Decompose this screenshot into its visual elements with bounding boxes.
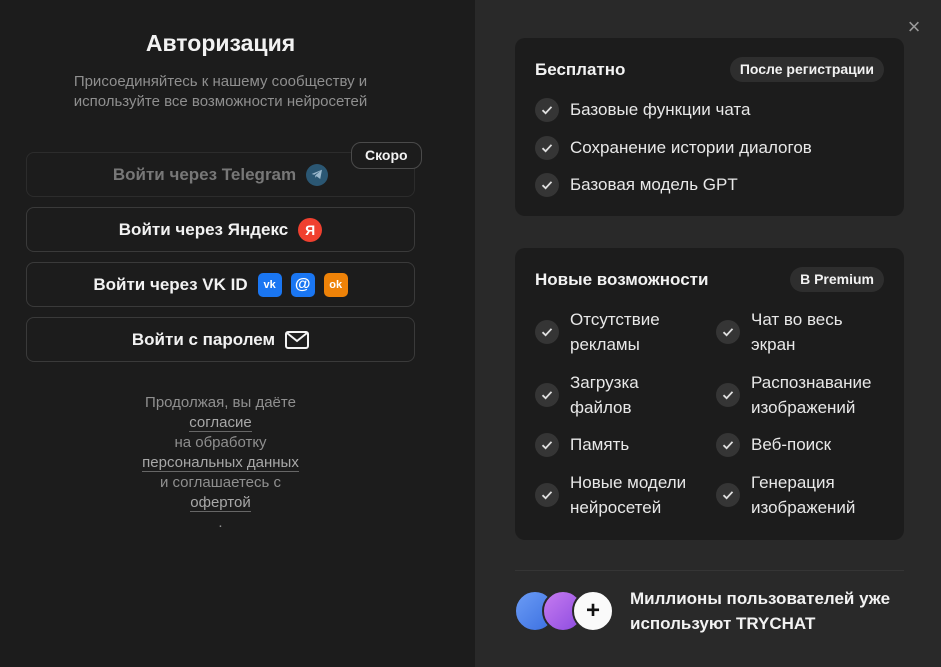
feature-label: Базовая модель GPT xyxy=(570,175,738,194)
consent-end: . xyxy=(218,514,223,531)
consent-text: Продолжая, вы даёте согласие на обработк… xyxy=(100,393,341,533)
feature-label: Чат во весь экран xyxy=(751,310,843,354)
feature-label: Загрузка файлов xyxy=(570,373,639,417)
feature-label: Память xyxy=(570,435,630,454)
avatar-stack: + xyxy=(514,590,618,632)
consent-link[interactable]: согласие xyxy=(189,414,252,432)
check-icon xyxy=(716,320,740,344)
check-icon xyxy=(535,97,559,122)
auth-panel: Авторизация Присоединяйтесь к нашему соо… xyxy=(0,0,475,667)
check-icon xyxy=(716,383,740,407)
offer-link[interactable]: офертой xyxy=(190,494,251,512)
consent-line-3: и соглашаетесь с xyxy=(159,474,282,491)
check-icon xyxy=(716,483,740,507)
feature-label: Распознавание изображений xyxy=(751,373,872,417)
plus-icon: + xyxy=(572,590,614,632)
mail-ru-icon: @ xyxy=(290,272,315,297)
feature-item: Отсутствие рекламы xyxy=(535,307,660,357)
free-plan-card: Бесплатно После регистрации Базовые функ… xyxy=(515,38,904,216)
check-icon xyxy=(716,432,740,457)
check-icon xyxy=(535,172,559,197)
check-icon xyxy=(535,483,559,507)
feature-label: Генерация изображений xyxy=(751,473,856,517)
vkid-login-label: Войти через VK ID xyxy=(93,274,248,294)
divider xyxy=(515,570,904,571)
free-plan-title: Бесплатно xyxy=(535,60,626,79)
vk-icon: vk xyxy=(257,272,282,297)
feature-item: Сохранение истории диалогов xyxy=(535,135,812,160)
feature-item: Базовые функции чата xyxy=(535,97,750,122)
feature-item: Генерация изображений xyxy=(716,470,855,520)
users-text-line-2: используют TRYCHAT xyxy=(630,614,816,633)
users-count-text: Миллионы пользователей уже используют TR… xyxy=(630,586,910,636)
feature-label: Сохранение истории диалогов xyxy=(570,138,812,157)
password-login-label: Войти с паролем xyxy=(131,329,276,349)
feature-label: Новые модели нейросетей xyxy=(570,473,687,517)
feature-item: Базовая модель GPT xyxy=(535,172,738,197)
users-text-line-1: Миллионы пользователей уже xyxy=(630,589,891,608)
premium-plan-title: Новые возможности xyxy=(535,270,709,289)
odnoklassniki-icon: ok xyxy=(323,272,348,297)
free-plan-badge: После регистрации xyxy=(729,57,884,82)
personal-data-link[interactable]: персональных данных xyxy=(142,454,299,472)
close-icon[interactable]: × xyxy=(903,16,925,38)
yandex-login-label: Войти через Яндекс xyxy=(118,219,289,239)
password-login-button[interactable]: Войти с паролем xyxy=(26,317,415,362)
premium-plan-badge: В Premium xyxy=(790,267,884,292)
auth-subtitle: Присоединяйтесь к нашему сообществу и ис… xyxy=(73,73,368,110)
consent-line-1: Продолжая, вы даёте xyxy=(145,394,296,411)
feature-item: Память xyxy=(535,432,629,457)
envelope-icon xyxy=(285,330,310,349)
consent-line-2: на обработку xyxy=(174,434,267,451)
feature-item: Новые модели нейросетей xyxy=(535,470,686,520)
check-icon xyxy=(535,383,559,407)
soon-badge: Скоро xyxy=(351,142,422,169)
feature-label: Веб-поиск xyxy=(751,435,832,454)
telegram-login-label: Войти через Telegram xyxy=(112,164,297,184)
auth-title: Авторизация xyxy=(145,30,296,56)
vkid-login-button[interactable]: Войти через VK ID vk @ ok xyxy=(26,262,415,307)
check-icon xyxy=(535,135,559,160)
yandex-icon: Я xyxy=(298,217,323,242)
feature-item: Распознавание изображений xyxy=(716,370,871,420)
feature-item: Загрузка файлов xyxy=(535,370,639,420)
premium-plan-card: Новые возможности В Premium Отсутствие ре… xyxy=(515,248,904,540)
telegram-icon xyxy=(306,163,329,186)
feature-label: Базовые функции чата xyxy=(570,100,751,119)
feature-item: Чат во весь экран xyxy=(716,307,843,357)
check-icon xyxy=(535,432,559,457)
feature-item: Веб-поиск xyxy=(716,432,831,457)
feature-label: Отсутствие рекламы xyxy=(570,310,660,354)
check-icon xyxy=(535,320,559,344)
yandex-login-button[interactable]: Войти через Яндекс Я xyxy=(26,207,415,252)
